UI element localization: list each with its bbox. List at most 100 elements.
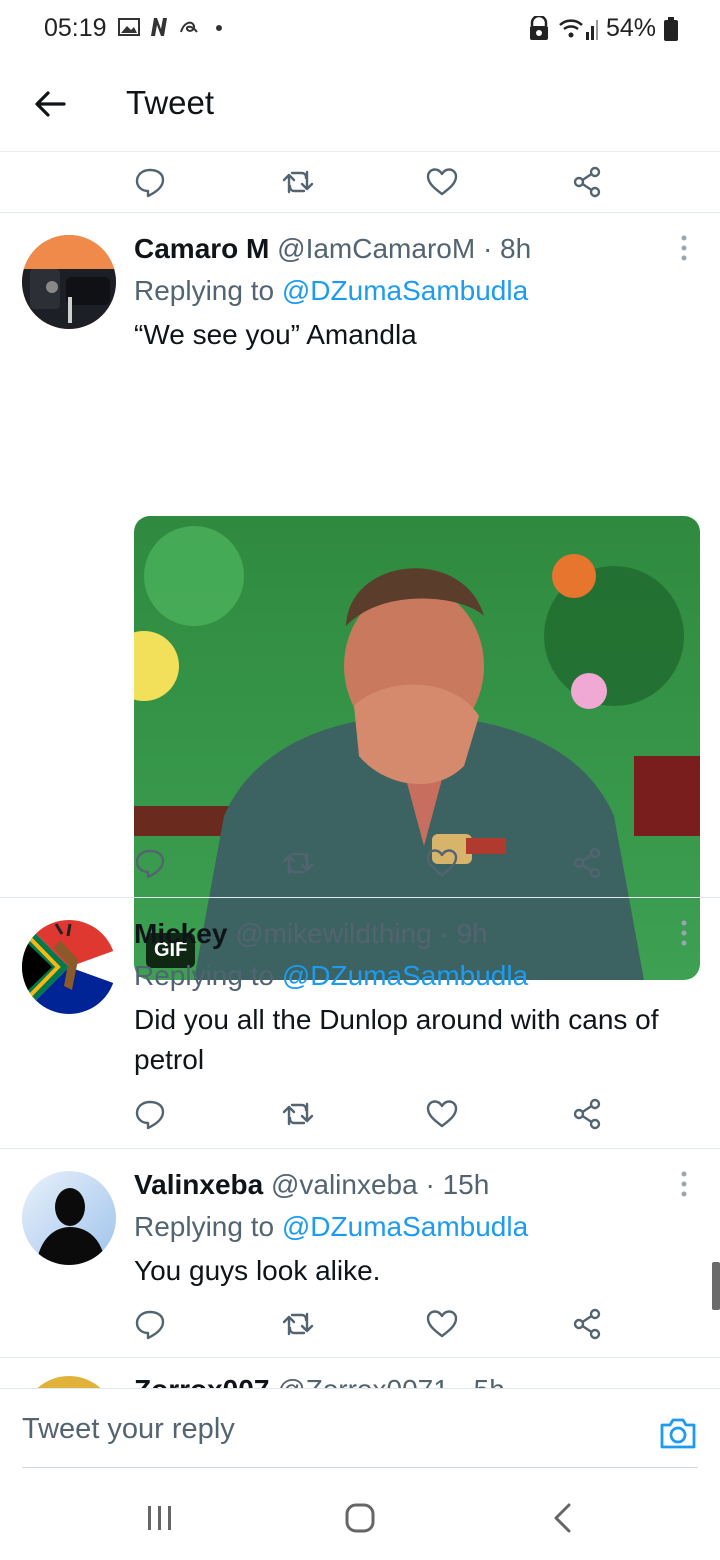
status-time: 05:19 [44, 14, 107, 42]
heart-icon [426, 1310, 458, 1338]
nav-back-icon[interactable] [544, 1498, 584, 1538]
author-name[interactable]: Mickey [134, 918, 227, 949]
share-button[interactable] [570, 845, 606, 881]
like-button[interactable] [424, 1306, 460, 1342]
comment-icon [135, 1100, 165, 1130]
wifi-signal-icon [559, 18, 598, 40]
tweet-item[interactable]: Camaro M @IamCamaroM · 8h Replying to @D… [0, 213, 720, 980]
replying-label: Replying to [134, 275, 275, 306]
retweet-button[interactable] [280, 1306, 316, 1342]
retweet-icon [282, 1312, 314, 1336]
author-handle[interactable]: @IamCamaroM [277, 233, 475, 264]
back-arrow-icon[interactable] [30, 84, 70, 124]
share-icon [573, 1308, 601, 1340]
replying-label: Replying to [134, 1211, 275, 1242]
share-icon [573, 166, 601, 198]
camera-icon[interactable] [658, 1413, 698, 1453]
avatar[interactable] [22, 1376, 116, 1388]
more-vertical-icon[interactable] [672, 233, 696, 263]
battery-icon [664, 16, 678, 41]
page-title: Tweet [126, 84, 215, 121]
like-button[interactable] [424, 845, 460, 881]
recent-apps-icon[interactable] [140, 1498, 180, 1538]
reply-button[interactable] [132, 1096, 168, 1132]
author-name[interactable]: Valinxeba [134, 1169, 263, 1200]
replying-label: Replying to [134, 960, 275, 991]
comment-icon [135, 1310, 165, 1340]
scrollbar-thumb[interactable] [712, 1262, 720, 1310]
retweet-icon [282, 170, 314, 194]
tweet-header: Zorrox007 @Zorrox0071 · 5h [134, 1374, 505, 1388]
tweet-header: Valinxeba @valinxeba · 15h [134, 1169, 489, 1201]
avatar-image [22, 1376, 116, 1388]
retweet-button[interactable] [280, 164, 316, 200]
reply-button[interactable] [132, 845, 168, 881]
share-icon [573, 1098, 601, 1130]
tweet-actions [0, 1294, 720, 1354]
avatar[interactable] [22, 1171, 116, 1265]
tweet-header: Camaro M @IamCamaroM · 8h [134, 233, 531, 265]
more-vertical-icon[interactable] [672, 1169, 696, 1199]
n-notification-icon [151, 18, 167, 36]
tweet-actions [0, 152, 720, 212]
share-button[interactable] [570, 164, 606, 200]
author-handle[interactable]: @Zorrox0071 [277, 1374, 449, 1388]
system-icons: 54% [528, 14, 678, 43]
replying-handle[interactable]: @DZumaSambudla [282, 960, 528, 991]
reply-input[interactable]: Tweet your reply [22, 1413, 235, 1446]
home-icon[interactable] [340, 1498, 380, 1538]
tweet-text: “We see you” Amandla [134, 319, 417, 350]
tweet-item[interactable]: Mickey @mikewildthing · 9h Replying to @… [0, 898, 720, 1148]
retweet-button[interactable] [280, 845, 316, 881]
avatar-image [22, 920, 116, 1014]
heart-icon [426, 168, 458, 196]
battery-percentage: 54% [605, 14, 656, 42]
tweet-item[interactable]: Valinxeba @valinxeba · 15h Replying to @… [0, 1149, 720, 1357]
author-handle[interactable]: @valinxeba [271, 1169, 418, 1200]
reply-button[interactable] [132, 164, 168, 200]
reply-button[interactable] [132, 1306, 168, 1342]
share-button[interactable] [570, 1306, 606, 1342]
like-button[interactable] [424, 164, 460, 200]
tweet-header: Mickey @mikewildthing · 9h [134, 918, 488, 950]
tweet-text: Did you all the Dunlop around with cans … [134, 1004, 659, 1075]
secure-folder-icon [529, 15, 548, 40]
tweet-actions [0, 833, 720, 893]
avatar[interactable] [22, 920, 116, 1014]
dot-notification-icon [216, 25, 222, 31]
avatar-image [22, 235, 116, 329]
system-nav-bar [0, 1468, 720, 1560]
more-vertical-icon[interactable] [672, 918, 696, 948]
replying-handle[interactable]: @DZumaSambudla [282, 1211, 528, 1242]
retweet-icon [282, 1102, 314, 1126]
share-icon [573, 847, 601, 879]
comment-icon [135, 168, 165, 198]
tweet-feed[interactable]: Camaro M @IamCamaroM · 8h Replying to @D… [0, 152, 720, 1388]
author-name[interactable]: Camaro M [134, 233, 269, 264]
replying-to: Replying to @DZumaSambudla [134, 275, 528, 307]
like-button[interactable] [424, 1096, 460, 1132]
tweet-text: You guys look alike. [134, 1255, 381, 1286]
author-name[interactable]: Zorrox007 [134, 1374, 269, 1388]
notification-icons [118, 16, 230, 38]
retweet-button[interactable] [280, 1096, 316, 1132]
gallery-notification-icon [118, 18, 140, 36]
tweet-time: · 8h [482, 233, 532, 264]
comment-icon [135, 849, 165, 879]
heart-icon [426, 849, 458, 877]
script-notification-icon [180, 21, 198, 33]
app-header: Tweet [0, 60, 720, 152]
tweet-time: · 9h [439, 918, 488, 949]
replying-handle[interactable]: @DZumaSambudla [282, 275, 528, 306]
heart-icon [426, 1100, 458, 1128]
tweet-time: · 5h [457, 1374, 505, 1388]
author-handle[interactable]: @mikewildthing [235, 918, 432, 949]
avatar[interactable] [22, 235, 116, 329]
reply-composer: Tweet your reply [0, 1388, 720, 1468]
share-button[interactable] [570, 1096, 606, 1132]
retweet-icon [282, 851, 314, 875]
tweet-item[interactable]: Zorrox007 @Zorrox0071 · 5h [0, 1358, 720, 1388]
replying-to: Replying to @DZumaSambudla [134, 1211, 528, 1243]
avatar-image [22, 1171, 116, 1265]
status-bar: 05:19 54% [0, 0, 720, 60]
